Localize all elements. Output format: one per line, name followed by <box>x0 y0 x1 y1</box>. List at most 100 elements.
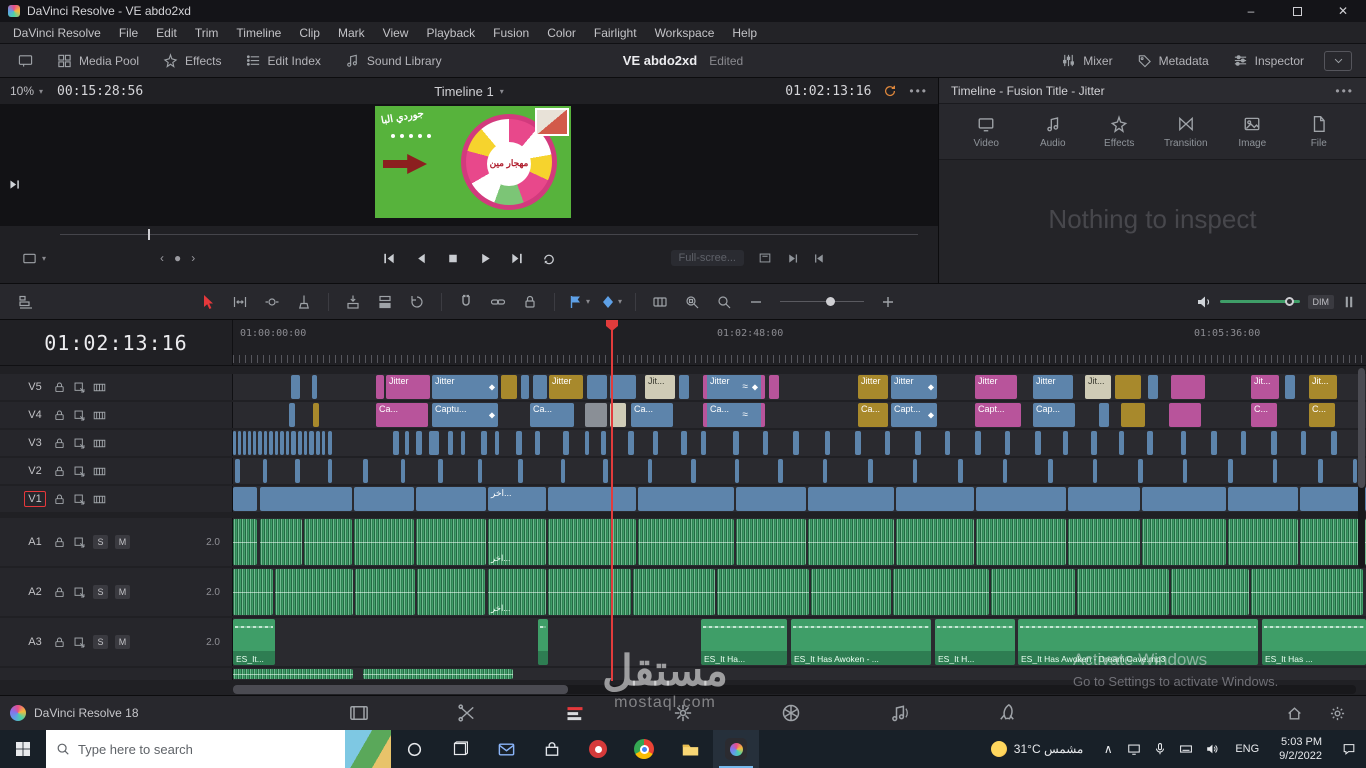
clip[interactable]: Jitter <box>549 375 583 399</box>
clip[interactable]: Jit... <box>1085 375 1111 399</box>
clip[interactable] <box>376 375 384 399</box>
clip[interactable]: Ca... <box>530 403 574 427</box>
play-reverse-button[interactable] <box>414 251 429 266</box>
clip[interactable] <box>501 375 517 399</box>
audio-clip[interactable] <box>1142 519 1226 565</box>
tray-microphone-icon[interactable] <box>1147 742 1173 756</box>
auto-select-icon[interactable] <box>73 493 86 506</box>
timeline-ruler[interactable]: 01:00:00:00 01:02:48:00 01:05:36:00 <box>233 320 1366 366</box>
task-view-icon[interactable] <box>437 730 483 768</box>
clip[interactable] <box>1171 375 1205 399</box>
clip[interactable] <box>280 431 284 455</box>
auto-select-icon[interactable] <box>73 536 86 549</box>
clip[interactable] <box>263 459 267 483</box>
clip[interactable] <box>1003 459 1007 483</box>
project-home-icon[interactable] <box>1286 705 1303 722</box>
clip[interactable] <box>393 431 399 455</box>
clip[interactable] <box>416 431 422 455</box>
clip[interactable] <box>679 375 689 399</box>
clip[interactable] <box>563 431 569 455</box>
auto-select-icon[interactable] <box>73 465 86 478</box>
clip[interactable] <box>808 487 894 511</box>
dim-button[interactable]: DIM <box>1307 294 1334 309</box>
link-clips-icon[interactable] <box>482 289 514 315</box>
clip[interactable] <box>1301 431 1306 455</box>
clip[interactable] <box>913 459 917 483</box>
clip[interactable] <box>363 459 368 483</box>
clip[interactable] <box>1035 431 1041 455</box>
audio-meters-icon[interactable] <box>1342 295 1356 309</box>
clip[interactable] <box>1241 431 1246 455</box>
clip[interactable]: Capt... ◆ <box>891 403 937 427</box>
replace-clip-button[interactable] <box>401 289 433 315</box>
overwrite-clip-button[interactable] <box>369 289 401 315</box>
clip[interactable] <box>298 431 302 455</box>
clip[interactable] <box>1068 487 1140 511</box>
audio-clip[interactable] <box>416 519 486 565</box>
clip[interactable]: Jitter <box>1033 375 1073 399</box>
track-header-a1[interactable]: A1 S M 2.0 <box>0 518 233 566</box>
menu-file[interactable]: File <box>110 22 147 43</box>
menu-fairlight[interactable]: Fairlight <box>585 22 646 43</box>
menu-edit[interactable]: Edit <box>147 22 186 43</box>
audio-clip[interactable] <box>717 569 809 615</box>
audio-clip[interactable] <box>233 519 257 565</box>
audio-clip[interactable] <box>1068 519 1140 565</box>
vertical-scrollbar[interactable] <box>1358 368 1365 568</box>
clip[interactable] <box>585 431 589 455</box>
clip[interactable] <box>855 431 861 455</box>
match-frame-icon[interactable] <box>786 252 799 265</box>
taskbar-weather[interactable]: 31°C مشمس <box>979 741 1096 757</box>
zoom-slider-knob[interactable] <box>826 297 835 306</box>
clip[interactable] <box>769 375 779 399</box>
menu-help[interactable]: Help <box>723 22 766 43</box>
clip[interactable] <box>1331 431 1337 455</box>
clip[interactable]: Jit... <box>1251 375 1279 399</box>
clip[interactable] <box>304 431 307 455</box>
track-name-v1[interactable]: V1 <box>24 491 46 507</box>
menu-playback[interactable]: Playback <box>417 22 484 43</box>
menu-mark[interactable]: Mark <box>329 22 374 43</box>
clip[interactable]: Jitter <box>858 375 888 399</box>
filmstrip-icon[interactable] <box>93 409 106 422</box>
audio-clip[interactable] <box>736 519 806 565</box>
track-lane-v5[interactable]: Jitter Jitter ◆ Jitter Jit... Jitter ≈ ◆ Jitter J… <box>233 374 1366 400</box>
clip[interactable] <box>1142 487 1226 511</box>
track-lane-v4[interactable]: Ca... Captu... ◆ Ca... Ca... Ca... ≈ Ca... Capt.… <box>233 402 1366 428</box>
clip[interactable] <box>328 459 332 483</box>
clip[interactable]: Jit... <box>1309 375 1337 399</box>
loop-button[interactable] <box>542 251 557 266</box>
stop-button[interactable] <box>446 251 461 266</box>
track-header-a2[interactable]: A2 S M 2.0 <box>0 568 233 616</box>
clip[interactable] <box>1091 431 1097 455</box>
horizontal-scrollbar[interactable] <box>233 685 1356 694</box>
clip[interactable] <box>495 431 499 455</box>
clip[interactable] <box>610 375 636 399</box>
clip[interactable] <box>258 431 262 455</box>
clip[interactable] <box>701 431 706 455</box>
clip[interactable] <box>1093 459 1097 483</box>
inspector-tab-video[interactable]: Video <box>956 115 1016 149</box>
menu-clip[interactable]: Clip <box>290 22 329 43</box>
sync-icon[interactable] <box>883 84 897 98</box>
clip[interactable] <box>628 431 634 455</box>
clip[interactable] <box>535 431 540 455</box>
timeline-selector[interactable]: Timeline 1 ▾ <box>434 84 504 99</box>
track-name-a3[interactable]: A3 <box>24 635 46 649</box>
action-center-icon[interactable] <box>1332 742 1366 756</box>
clip[interactable] <box>825 431 830 455</box>
filmstrip-icon[interactable] <box>93 465 106 478</box>
clip[interactable] <box>233 487 257 511</box>
clip[interactable] <box>243 431 246 455</box>
toolbar-sound-library-button[interactable]: Sound Library <box>333 48 454 74</box>
audio-clip[interactable] <box>417 569 485 615</box>
tray-speaker-icon[interactable] <box>1199 742 1225 756</box>
clip[interactable] <box>735 459 739 483</box>
clip[interactable] <box>1138 459 1143 483</box>
clip[interactable] <box>516 431 522 455</box>
maximize-button[interactable] <box>1274 0 1320 22</box>
toolbar-edit-index-button[interactable]: Edit Index <box>234 48 333 74</box>
audio-clip[interactable] <box>991 569 1075 615</box>
clip[interactable] <box>958 459 963 483</box>
clip[interactable] <box>681 431 687 455</box>
